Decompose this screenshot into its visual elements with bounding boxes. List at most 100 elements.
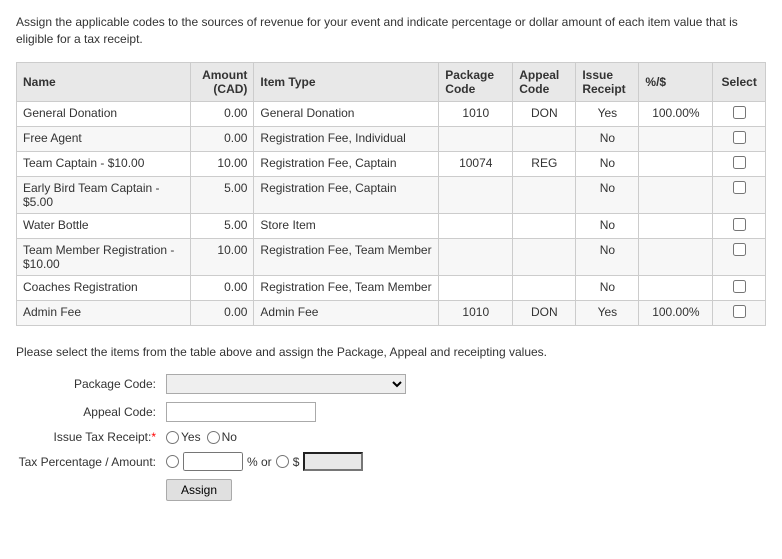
table-row: Early Bird Team Captain - $5.005.00Regis… <box>17 176 766 213</box>
cell-appealcode: DON <box>513 300 576 325</box>
cell-issuereceipt: No <box>576 151 639 176</box>
tax-pct-amount-label: Tax Percentage / Amount: <box>16 455 166 469</box>
cell-pct <box>639 176 713 213</box>
pct-or-label: % or <box>247 455 272 469</box>
cell-issuereceipt: No <box>576 176 639 213</box>
cell-amount: 10.00 <box>191 238 254 275</box>
row-select-checkbox[interactable] <box>733 131 746 144</box>
header-pkgcode: Package Code <box>439 62 513 101</box>
cell-pkgcode <box>439 275 513 300</box>
cell-pkgcode <box>439 176 513 213</box>
row-select-checkbox[interactable] <box>733 218 746 231</box>
header-name: Name <box>17 62 191 101</box>
header-select: Select <box>713 62 766 101</box>
cell-amount: 5.00 <box>191 176 254 213</box>
cell-pct <box>639 275 713 300</box>
cell-name: Coaches Registration <box>17 275 191 300</box>
row-select-checkbox[interactable] <box>733 181 746 194</box>
header-issuereceipt: Issue Receipt <box>576 62 639 101</box>
cell-itemtype: Registration Fee, Team Member <box>254 275 439 300</box>
assignment-form: Package Code: Appeal Code: Issue Tax Rec… <box>16 374 766 501</box>
cell-itemtype: Registration Fee, Captain <box>254 151 439 176</box>
cell-select <box>713 101 766 126</box>
dollar-label: $ <box>293 455 300 469</box>
intro-text: Assign the applicable codes to the sourc… <box>16 14 766 48</box>
dollar-radio[interactable] <box>276 455 289 468</box>
row-select-checkbox[interactable] <box>733 106 746 119</box>
cell-pct <box>639 126 713 151</box>
table-row: Team Captain - $10.0010.00Registration F… <box>17 151 766 176</box>
cell-amount: 10.00 <box>191 151 254 176</box>
cell-appealcode <box>513 275 576 300</box>
cell-itemtype: Registration Fee, Individual <box>254 126 439 151</box>
package-code-select[interactable] <box>166 374 406 394</box>
issue-tax-receipt-radio-group: Yes No <box>166 430 237 444</box>
cell-issuereceipt: No <box>576 126 639 151</box>
header-appealcode: Appeal Code <box>513 62 576 101</box>
cell-name: Team Member Registration - $10.00 <box>17 238 191 275</box>
cell-appealcode <box>513 126 576 151</box>
cell-issuereceipt: Yes <box>576 300 639 325</box>
cell-itemtype: General Donation <box>254 101 439 126</box>
cell-select <box>713 213 766 238</box>
cell-name: Team Captain - $10.00 <box>17 151 191 176</box>
cell-pct <box>639 238 713 275</box>
header-amount: Amount (CAD) <box>191 62 254 101</box>
appeal-code-label: Appeal Code: <box>16 405 166 419</box>
row-select-checkbox[interactable] <box>733 280 746 293</box>
pct-radio[interactable] <box>166 455 179 468</box>
cell-pct: 100.00% <box>639 300 713 325</box>
cell-name: Water Bottle <box>17 213 191 238</box>
cell-select <box>713 300 766 325</box>
row-select-checkbox[interactable] <box>733 305 746 318</box>
table-row: General Donation0.00General Donation1010… <box>17 101 766 126</box>
cell-select <box>713 238 766 275</box>
issue-tax-receipt-row: Issue Tax Receipt:* Yes No <box>16 430 766 444</box>
cell-issuereceipt: No <box>576 275 639 300</box>
table-row: Team Member Registration - $10.0010.00Re… <box>17 238 766 275</box>
cell-issuereceipt: No <box>576 213 639 238</box>
issue-tax-yes-label: Yes <box>166 430 201 444</box>
cell-pkgcode: 1010 <box>439 300 513 325</box>
table-row: Coaches Registration0.00Registration Fee… <box>17 275 766 300</box>
issue-tax-yes-radio[interactable] <box>166 431 179 444</box>
appeal-code-input[interactable] <box>166 402 316 422</box>
cell-name: Early Bird Team Captain - $5.00 <box>17 176 191 213</box>
assign-button-row: Assign <box>16 479 766 501</box>
header-pct: %/$ <box>639 62 713 101</box>
cell-pkgcode: 10074 <box>439 151 513 176</box>
pct-input[interactable] <box>183 452 243 471</box>
cell-appealcode <box>513 176 576 213</box>
cell-amount: 0.00 <box>191 300 254 325</box>
cell-itemtype: Store Item <box>254 213 439 238</box>
assign-button[interactable]: Assign <box>166 479 232 501</box>
tax-pct-amount-row: Tax Percentage / Amount: % or $ <box>16 452 766 471</box>
appeal-code-input-wrapper <box>166 402 316 422</box>
cell-pkgcode <box>439 213 513 238</box>
header-itemtype: Item Type <box>254 62 439 101</box>
appeal-code-row: Appeal Code: <box>16 402 766 422</box>
row-select-checkbox[interactable] <box>733 243 746 256</box>
cell-name: Free Agent <box>17 126 191 151</box>
cell-select <box>713 151 766 176</box>
table-row: Admin Fee0.00Admin Fee1010DONYes100.00% <box>17 300 766 325</box>
issue-tax-receipt-label: Issue Tax Receipt:* <box>16 430 166 444</box>
cell-appealcode: REG <box>513 151 576 176</box>
cell-pkgcode <box>439 238 513 275</box>
issue-tax-no-radio[interactable] <box>207 431 220 444</box>
cell-appealcode <box>513 238 576 275</box>
cell-pkgcode: 1010 <box>439 101 513 126</box>
package-code-label: Package Code: <box>16 377 166 391</box>
table-row: Water Bottle5.00Store Item No <box>17 213 766 238</box>
cell-appealcode: DON <box>513 101 576 126</box>
cell-amount: 5.00 <box>191 213 254 238</box>
cell-amount: 0.00 <box>191 101 254 126</box>
section2-text: Please select the items from the table a… <box>16 344 766 361</box>
cell-itemtype: Registration Fee, Team Member <box>254 238 439 275</box>
cell-amount: 0.00 <box>191 126 254 151</box>
row-select-checkbox[interactable] <box>733 156 746 169</box>
cell-name: Admin Fee <box>17 300 191 325</box>
cell-pct: 100.00% <box>639 101 713 126</box>
cell-itemtype: Registration Fee, Captain <box>254 176 439 213</box>
dollar-input[interactable] <box>303 452 363 471</box>
